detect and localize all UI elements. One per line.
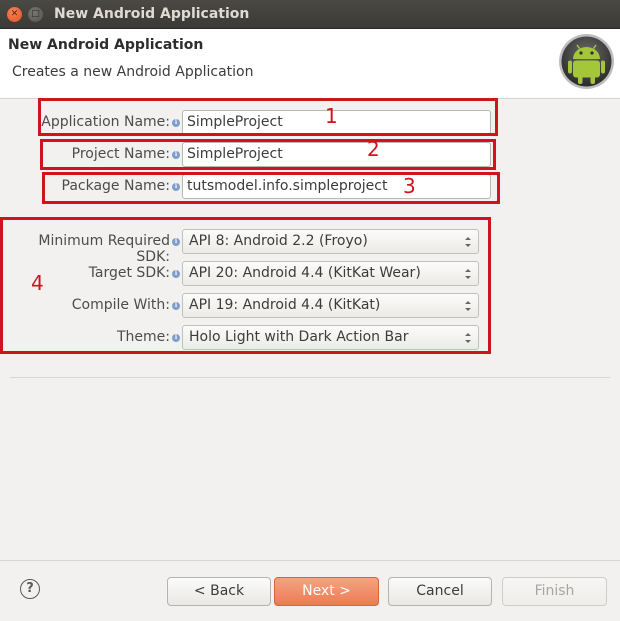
info-icon: i: [172, 334, 180, 342]
android-logo-icon: [559, 34, 614, 89]
next-button[interactable]: Next >: [274, 577, 379, 606]
back-button[interactable]: < Back: [167, 577, 271, 606]
wizard-title: New Android Application: [8, 37, 204, 53]
annotation-number-2: 2: [367, 137, 380, 161]
compile-with-value: API 19: Android 4.4 (KitKat): [189, 297, 381, 313]
updown-arrows-icon: [465, 269, 471, 279]
min-sdk-value: API 8: Android 2.2 (Froyo): [189, 233, 368, 249]
updown-arrows-icon: [465, 333, 471, 343]
annotation-box-2: [40, 139, 496, 170]
annotation-number-1: 1: [325, 104, 338, 128]
button-bar-separator: [0, 560, 620, 561]
min-sdk-label: Minimum Required SDK:: [38, 233, 170, 265]
theme-select[interactable]: Holo Light with Dark Action Bar: [182, 325, 479, 350]
updown-arrows-icon: [465, 237, 471, 247]
theme-value: Holo Light with Dark Action Bar: [189, 329, 409, 345]
window-maximize-button[interactable]: □: [28, 7, 43, 22]
help-button[interactable]: ?: [20, 579, 40, 599]
info-icon: i: [172, 302, 180, 310]
wizard-header: New Android Application Creates a new An…: [0, 29, 620, 99]
target-sdk-label: Target SDK:: [88, 265, 170, 281]
min-sdk-select[interactable]: API 8: Android 2.2 (Froyo): [182, 229, 479, 254]
window-close-button[interactable]: ✕: [7, 7, 22, 22]
target-sdk-value: API 20: Android 4.4 (KitKat Wear): [189, 265, 421, 281]
compile-with-select[interactable]: API 19: Android 4.4 (KitKat): [182, 293, 479, 318]
info-icon: i: [172, 270, 180, 278]
finish-button[interactable]: Finish: [502, 577, 607, 606]
cancel-button[interactable]: Cancel: [388, 577, 492, 606]
content-separator: [10, 377, 610, 378]
window-titlebar: ✕ □ New Android Application: [0, 0, 620, 29]
annotation-box-1: [38, 98, 498, 136]
compile-with-label: Compile With:: [71, 297, 170, 313]
info-icon: i: [172, 238, 180, 246]
theme-label: Theme:: [116, 329, 170, 345]
updown-arrows-icon: [465, 301, 471, 311]
window-title: New Android Application: [54, 6, 250, 22]
annotation-number-3: 3: [403, 174, 416, 198]
annotation-box-3: [42, 172, 500, 204]
wizard-description: Creates a new Android Application: [12, 64, 254, 80]
target-sdk-select[interactable]: API 20: Android 4.4 (KitKat Wear): [182, 261, 479, 286]
